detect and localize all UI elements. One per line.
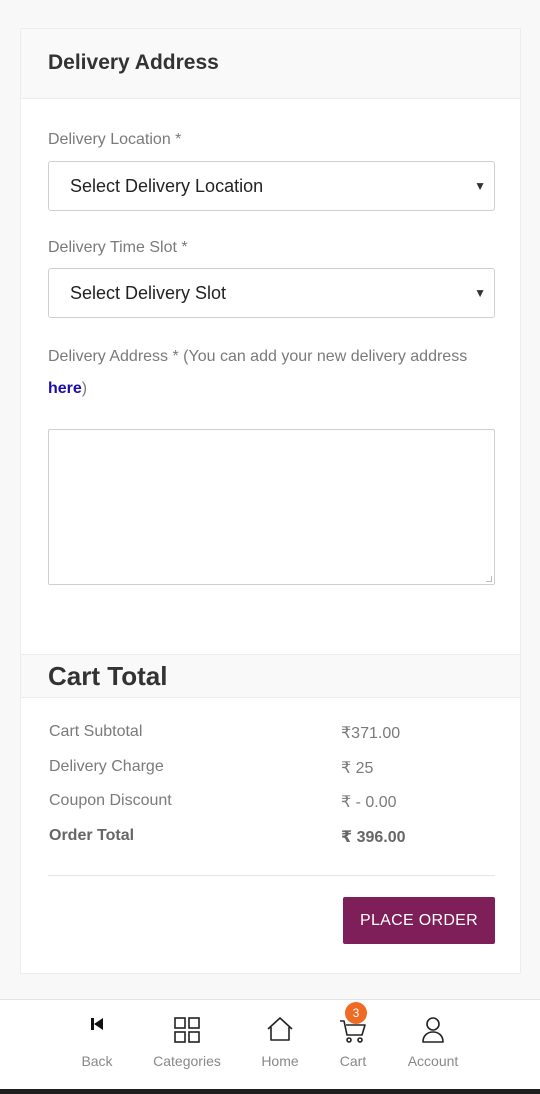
checkout-card: Delivery Address Delivery Location * Sel…: [20, 28, 521, 974]
home-icon: [266, 1016, 294, 1047]
delivery-charge-label: Delivery Charge: [49, 758, 164, 775]
order-total-value: ₹ 396.00: [341, 829, 406, 846]
bottom-nav: Back Categories Home 3 Cart Account: [0, 999, 540, 1089]
nav-home-label: Home: [261, 1053, 299, 1069]
coupon-discount-label: Coupon Discount: [49, 792, 172, 809]
delivery-location-label: Delivery Location *: [48, 131, 182, 148]
cart-subtotal-value: ₹371.00: [341, 725, 401, 742]
delivery-address-title: Delivery Address: [48, 51, 219, 74]
caret-down-icon: ▼: [474, 286, 486, 300]
delivery-slot-select[interactable]: Select Delivery Slot ▼: [48, 268, 495, 318]
delivery-location-value: Select Delivery Location: [70, 176, 264, 196]
delivery-charge-row: Delivery Charge ₹ 25: [49, 758, 469, 780]
nav-back-label: Back: [81, 1053, 113, 1069]
nav-account[interactable]: Account: [398, 1000, 468, 1090]
delivery-address-label: Delivery Address * (You can add your new…: [48, 341, 498, 405]
nav-home[interactable]: Home: [250, 1000, 310, 1090]
place-order-button[interactable]: PLACE ORDER: [343, 897, 495, 944]
order-total-row: Order Total ₹ 396.00: [49, 827, 469, 849]
system-gesture-bar: [0, 1089, 540, 1094]
nav-account-label: Account: [407, 1053, 459, 1069]
cart-count-badge: 3: [345, 1002, 367, 1024]
order-total-label: Order Total: [49, 827, 135, 844]
user-icon: [420, 1016, 446, 1049]
nav-back[interactable]: Back: [67, 1000, 127, 1090]
delivery-address-textarea[interactable]: [48, 429, 495, 585]
delivery-charge-value: ₹ 25: [341, 760, 374, 777]
delivery-slot-value: Select Delivery Slot: [70, 283, 227, 303]
nav-cart[interactable]: 3 Cart: [323, 1000, 383, 1090]
delivery-address-label-suffix: ): [81, 380, 88, 397]
coupon-discount-row: Coupon Discount ₹ - 0.00: [49, 792, 469, 814]
cart-total-header: Cart Total: [21, 654, 520, 698]
nav-categories-label: Categories: [153, 1053, 221, 1069]
nav-categories[interactable]: Categories: [147, 1000, 227, 1090]
delivery-slot-label: Delivery Time Slot *: [48, 239, 188, 256]
back-icon: [89, 1016, 105, 1037]
cart-subtotal-row: Cart Subtotal ₹371.00: [49, 723, 469, 745]
cart-subtotal-label: Cart Subtotal: [49, 723, 143, 740]
divider: [48, 875, 495, 876]
delivery-address-header: Delivery Address: [21, 29, 520, 99]
caret-down-icon: ▼: [474, 179, 486, 193]
cart-total-title: Cart Total: [48, 661, 168, 691]
delivery-address-label-text: Delivery Address * (You can add your new…: [48, 348, 468, 365]
grid-icon: [173, 1016, 201, 1049]
resize-grip-icon[interactable]: [486, 576, 492, 582]
delivery-location-select[interactable]: Select Delivery Location ▼: [48, 161, 495, 211]
nav-cart-label: Cart: [339, 1053, 367, 1069]
add-address-link[interactable]: here: [48, 380, 82, 397]
coupon-discount-value: ₹ - 0.00: [341, 794, 397, 811]
